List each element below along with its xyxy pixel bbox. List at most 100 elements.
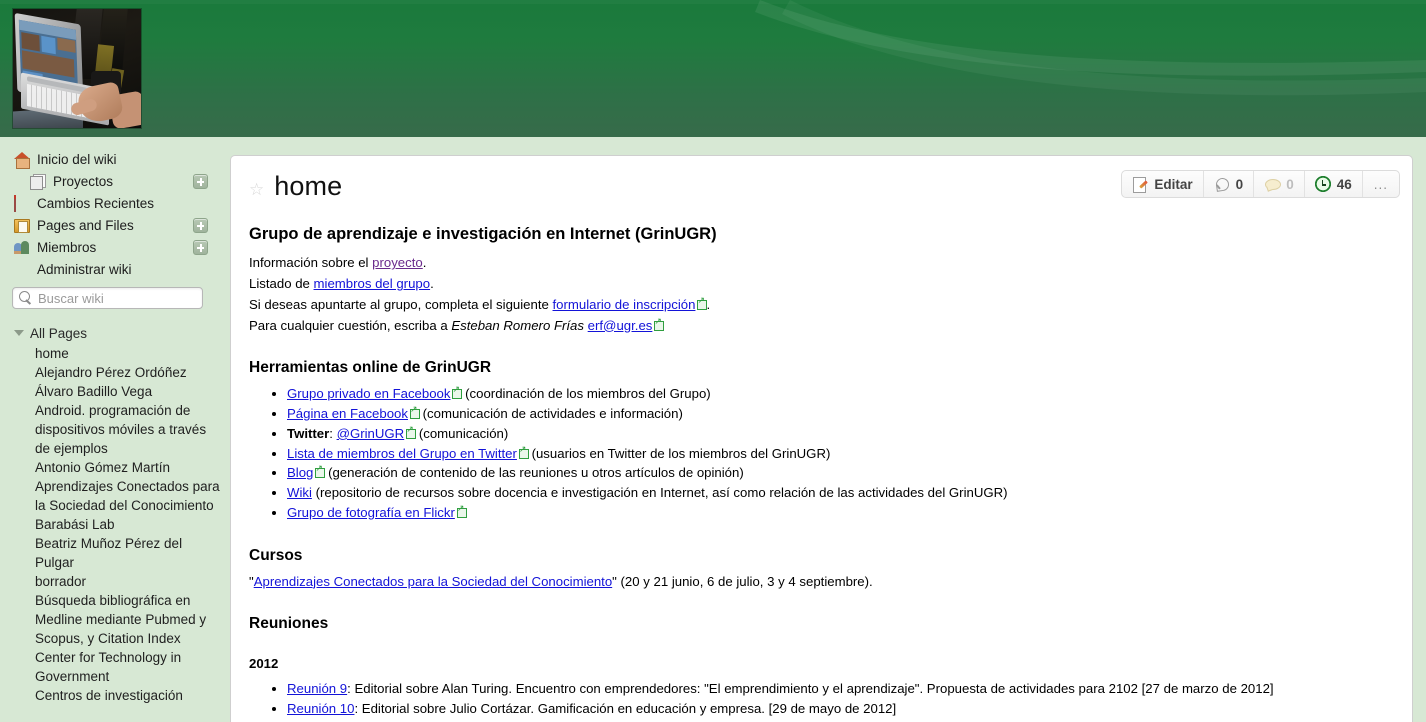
page-toolbar: Editar 0 0 46 ... xyxy=(1121,170,1400,198)
more-options-label: ... xyxy=(1373,176,1388,192)
content-link[interactable]: Blog xyxy=(287,465,313,480)
tool-list-item: Wiki (repositorio de recursos sobre doce… xyxy=(287,484,1394,503)
all-pages-section: All Pages home Alejandro Pérez Ordóñez Álv… xyxy=(0,323,230,705)
reuniones-heading: Reuniones xyxy=(249,615,329,633)
sidebar-item-miembros[interactable]: Miembros xyxy=(0,237,230,259)
page-list-item[interactable]: Centros de investigación xyxy=(0,686,230,705)
tags-button[interactable]: 0 xyxy=(1204,171,1255,197)
content-link[interactable]: miembros del grupo xyxy=(314,276,431,291)
expand-proyectos-button[interactable] xyxy=(193,174,208,189)
sidebar-item-label: Cambios Recientes xyxy=(37,196,155,211)
pages-stack-icon xyxy=(30,174,47,190)
intro-line: Información sobre el proyecto. xyxy=(249,255,427,271)
cursos-heading: Cursos xyxy=(249,546,303,564)
sidebar-item-cambios-recientes[interactable]: Cambios Recientes xyxy=(0,193,230,215)
page-list-item[interactable]: Beatriz Muñoz Pérez del Pulgar xyxy=(0,534,230,572)
content-link[interactable]: @GrinUGR xyxy=(337,426,405,441)
star-icon[interactable]: ☆ xyxy=(249,181,264,198)
external-link-icon xyxy=(406,425,417,439)
edit-button-label: Editar xyxy=(1154,176,1193,192)
sidebar-item-label: Miembros xyxy=(37,240,97,255)
sidebar-item-label: Administrar wiki xyxy=(37,262,132,277)
history-button[interactable]: 46 xyxy=(1305,171,1363,197)
chevron-down-icon xyxy=(14,330,24,336)
content-link[interactable]: Wiki xyxy=(287,485,312,500)
intro-line: Si deseas apuntarte al grupo, completa e… xyxy=(249,296,1394,315)
tool-list-item: Página en Facebook (comunicación de acti… xyxy=(287,405,1394,424)
intro-line: Listado de miembros del grupo. xyxy=(249,276,434,292)
tools-list: Grupo privado en Facebook (coordinación … xyxy=(249,385,1394,522)
external-link-icon xyxy=(697,296,708,310)
search-input[interactable] xyxy=(36,289,196,307)
reunion-list-item: Reunión 10: Editorial sobre Julio Cortáz… xyxy=(287,700,1394,719)
all-pages-toggle[interactable]: All Pages xyxy=(0,323,230,343)
cursos-line: "Aprendizajes Conectados para la Socieda… xyxy=(249,573,873,589)
people-icon xyxy=(14,240,31,256)
add-page-button[interactable] xyxy=(193,218,208,233)
emphasis-text: Esteban Romero Frías xyxy=(451,317,584,333)
search-box[interactable] xyxy=(12,287,203,309)
sidebar-item-inicio-del-wiki[interactable]: Inicio del wiki xyxy=(0,149,230,171)
external-link-icon xyxy=(456,504,467,518)
comment-icon xyxy=(1264,176,1282,192)
content-link[interactable]: Aprendizajes Conectados para la Sociedad… xyxy=(254,574,612,589)
intro-paragraphs: Información sobre el proyecto. Listado de… xyxy=(249,254,1394,335)
sidebar-item-label: Proyectos xyxy=(53,174,114,189)
external-link-icon xyxy=(452,385,463,400)
all-pages-label: All Pages xyxy=(30,325,88,341)
page-list-item[interactable]: Antonio Gómez Martín xyxy=(0,458,230,477)
search-icon xyxy=(18,291,32,305)
gear-icon xyxy=(14,262,31,278)
page-list-item[interactable]: borrador xyxy=(0,572,230,591)
content-link[interactable]: proyecto xyxy=(372,255,423,270)
tool-list-item: Grupo de fotografía en Flickr xyxy=(287,504,1394,523)
content-link[interactable]: Página en Facebook xyxy=(287,406,408,421)
reuniones-list: Reunión 9: Editorial sobre Alan Turing. … xyxy=(249,680,1394,718)
page-title: home xyxy=(274,171,343,201)
content-link[interactable]: Reunión 9 xyxy=(287,681,347,696)
content-link[interactable]: formulario de inscripción xyxy=(553,297,696,312)
tool-list-item: Twitter: @GrinUGR (comunicación) xyxy=(287,425,1394,444)
external-link-icon xyxy=(654,317,665,331)
tools-heading: Herramientas online de GrinUGR xyxy=(249,359,492,377)
tool-list-item: Blog (generación de contenido de las reu… xyxy=(287,464,1394,483)
page-list-item[interactable]: Android. programación de dispositivos mó… xyxy=(0,401,230,458)
comments-count: 0 xyxy=(1286,176,1294,192)
sidebar-item-administrar-wiki[interactable]: Administrar wiki xyxy=(0,259,230,281)
sidebar-nav: Inicio del wiki Proyectos Cambios Recien… xyxy=(0,137,230,281)
add-member-button[interactable] xyxy=(193,240,208,255)
year-heading: 2012 xyxy=(249,656,279,672)
content-link[interactable]: Grupo privado en Facebook xyxy=(287,386,450,401)
page-list-item[interactable]: Center for Technology in Government xyxy=(0,648,230,686)
intro-line: Para cualquier cuestión, escriba a Esteb… xyxy=(249,317,1394,336)
history-count: 46 xyxy=(1336,176,1352,192)
content-link[interactable]: Reunión 10 xyxy=(287,701,354,716)
content-link[interactable]: Grupo de fotografía en Flickr xyxy=(287,505,455,520)
house-icon xyxy=(14,152,31,168)
sidebar-item-proyectos[interactable]: Proyectos xyxy=(0,171,230,193)
page-list-item[interactable]: Barabási Lab xyxy=(0,515,230,534)
page-list-item[interactable]: Búsqueda bibliográfica en Medline median… xyxy=(0,591,230,648)
sidebar-item-pages-and-files[interactable]: Pages and Files xyxy=(0,215,230,237)
edit-button[interactable]: Editar xyxy=(1122,171,1204,197)
content-panel: ☆ home Editar 0 0 46 ... Grupo de aprend… xyxy=(230,155,1413,722)
sidebar: Inicio del wiki Proyectos Cambios Recien… xyxy=(0,137,230,722)
page-list-item[interactable]: Aprendizajes Conectados para la Sociedad… xyxy=(0,477,230,515)
page-list: home Alejandro Pérez Ordóñez Álvaro Badill… xyxy=(0,344,230,705)
external-link-icon xyxy=(518,445,529,459)
site-banner xyxy=(0,0,1426,137)
article-body: Grupo de aprendizaje e investigación en … xyxy=(249,223,1394,718)
comments-button[interactable]: 0 xyxy=(1254,171,1305,197)
page-list-item[interactable]: home xyxy=(0,344,230,363)
folder-icon xyxy=(14,218,31,234)
more-options-button[interactable]: ... xyxy=(1363,171,1399,197)
page-list-item[interactable]: Álvaro Badillo Vega xyxy=(0,382,230,401)
content-link[interactable]: erf@ugr.es xyxy=(588,318,653,333)
page-list-item[interactable]: Alejandro Pérez Ordóñez xyxy=(0,363,230,382)
content-link[interactable]: Lista de miembros del Grupo en Twitter xyxy=(287,446,517,461)
history-clock-icon xyxy=(1314,176,1331,192)
banner-swoosh-decoration xyxy=(755,0,1426,96)
tags-count: 0 xyxy=(1235,176,1244,192)
tool-list-item: Lista de miembros del Grupo en Twitter (… xyxy=(287,445,1394,464)
tool-list-item: Grupo privado en Facebook (coordinación … xyxy=(287,385,1394,404)
